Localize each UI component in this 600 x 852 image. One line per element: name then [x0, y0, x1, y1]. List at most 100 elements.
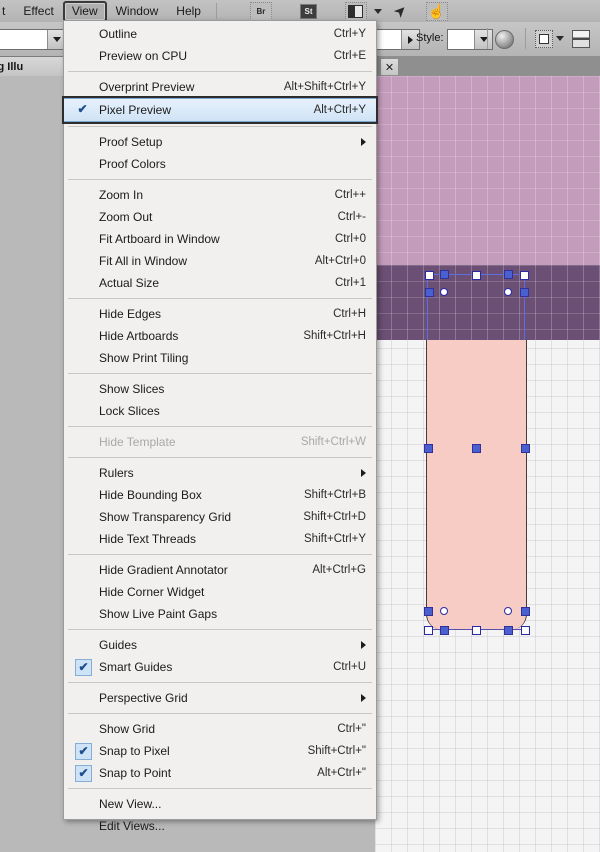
menu-item-label: Show Transparency Grid [99, 510, 232, 524]
menu-item-shortcut: Shift+Ctrl+D [303, 511, 366, 523]
anchor-point[interactable] [424, 270, 434, 280]
menu-effect[interactable]: Effect [14, 1, 62, 22]
menu-window[interactable]: Window [107, 1, 168, 22]
bezier-handle[interactable] [440, 607, 448, 615]
opacity-combo[interactable] [0, 29, 66, 50]
menu-item-show-print-tiling[interactable]: Show Print Tiling [64, 347, 376, 369]
menu-item-show-live-paint-gaps[interactable]: Show Live Paint Gaps [64, 603, 376, 625]
menu-item-guides[interactable]: Guides [64, 634, 376, 656]
menu-separator [68, 373, 372, 374]
menu-item-preview-on-cpu[interactable]: Preview on CPU Ctrl+E [64, 45, 376, 67]
anchor-point[interactable] [471, 625, 481, 635]
menu-item-show-grid[interactable]: Show Grid Ctrl+" [64, 718, 376, 740]
checkmark-icon: ✔ [75, 743, 92, 760]
menu-item-new-view[interactable]: New View... [64, 793, 376, 815]
control-divider [487, 28, 488, 49]
menu-item-rulers[interactable]: Rulers [64, 462, 376, 484]
bezier-handle[interactable] [440, 288, 448, 296]
menu-item-hide-corner-widget[interactable]: Hide Corner Widget [64, 581, 376, 603]
menu-item-label: Hide Corner Widget [99, 585, 205, 599]
menu-item-hide-template: Hide Template Shift+Ctrl+W [64, 431, 376, 453]
menu-item-pixel-preview[interactable]: ✔ Pixel Preview Alt+Ctrl+Y [62, 96, 378, 124]
bridge-icon[interactable]: Br [249, 1, 272, 21]
stock-icon-label: St [304, 6, 313, 16]
anchor-point[interactable] [520, 625, 530, 635]
menu-item-smart-guides[interactable]: ✔ Smart Guides Ctrl+U [64, 656, 376, 678]
menu-item-hide-edges[interactable]: Hide Edges Ctrl+H [64, 303, 376, 325]
menu-item-proof-colors[interactable]: Proof Colors [64, 153, 376, 175]
menu-help[interactable]: Help [167, 1, 210, 22]
anchor-point-filled[interactable] [503, 269, 513, 279]
menu-item-snap-to-point[interactable]: ✔ Snap to Point Alt+Ctrl+" [64, 762, 376, 784]
menu-item-shortcut: Alt+Ctrl+Y [313, 104, 366, 116]
anchor-point-center[interactable] [471, 443, 481, 453]
menu-item-show-slices[interactable]: Show Slices [64, 378, 376, 400]
menu-item-label: Overprint Preview [99, 80, 195, 94]
anchor-point-filled[interactable] [503, 625, 513, 635]
chevron-down-icon [52, 37, 61, 42]
transform-icon[interactable] [535, 30, 553, 48]
style-swatch[interactable] [448, 30, 474, 49]
artboard-canvas[interactable] [375, 76, 600, 852]
opacity-icon[interactable] [495, 30, 514, 49]
menu-item-outline[interactable]: Outline Ctrl+Y [64, 23, 376, 45]
upper-band-grid [375, 76, 600, 265]
fill-swatch-control[interactable] [374, 29, 420, 50]
anchor-point[interactable] [471, 270, 481, 280]
chevron-down-icon[interactable] [373, 8, 382, 14]
menu-item-show-transparency-grid[interactable]: Show Transparency Grid Shift+Ctrl+D [64, 506, 376, 528]
anchor-point-filled[interactable] [520, 606, 530, 616]
menu-item-snap-to-pixel[interactable]: ✔ Snap to Pixel Shift+Ctrl+" [64, 740, 376, 762]
control-divider [525, 28, 526, 49]
menu-separator [68, 554, 372, 555]
artwork-rounded-shape[interactable] [426, 340, 527, 630]
anchor-point-left-mid[interactable] [423, 443, 433, 453]
opacity-combo-value [0, 30, 47, 49]
rocket-icon[interactable]: ➤ [389, 0, 411, 22]
menu-separator [68, 426, 372, 427]
bezier-handle[interactable] [504, 288, 512, 296]
menu-item-hide-artboards[interactable]: Hide Artboards Shift+Ctrl+H [64, 325, 376, 347]
menu-item-shortcut: Shift+Ctrl+" [307, 745, 366, 757]
menu-item-lock-slices[interactable]: Lock Slices [64, 400, 376, 422]
menu-item-overprint-preview[interactable]: Overprint Preview Alt+Shift+Ctrl+Y [64, 76, 376, 98]
document-setup-icon[interactable] [572, 30, 590, 48]
hand-cursor-icon[interactable]: ☝ [425, 1, 448, 21]
menu-item-hide-text-threads[interactable]: Hide Text Threads Shift+Ctrl+Y [64, 528, 376, 550]
menu-item-zoom-in[interactable]: Zoom In Ctrl++ [64, 184, 376, 206]
bezier-handle[interactable] [504, 607, 512, 615]
menu-separator [68, 629, 372, 630]
menu-item-hide-bounding-box[interactable]: Hide Bounding Box Shift+Ctrl+B [64, 484, 376, 506]
close-icon[interactable]: ✕ [380, 58, 399, 76]
menu-item-hide-gradient-annotator[interactable]: Hide Gradient Annotator Alt+Ctrl+G [64, 559, 376, 581]
menu-effect-prev[interactable]: t [0, 1, 14, 22]
chevron-down-icon[interactable] [556, 36, 564, 41]
menu-item-label: Hide Artboards [99, 329, 179, 343]
menu-view[interactable]: View [62, 0, 107, 22]
style-swatch-arrow[interactable] [474, 30, 492, 49]
anchor-point[interactable] [423, 625, 433, 635]
menu-item-fit-all-in-window[interactable]: Fit All in Window Alt+Ctrl+0 [64, 250, 376, 272]
anchor-point-filled[interactable] [519, 287, 529, 297]
menu-item-shortcut: Ctrl+U [333, 661, 366, 673]
fill-swatch[interactable] [375, 30, 401, 49]
anchor-point[interactable] [519, 270, 529, 280]
menu-item-edit-views[interactable]: Edit Views... [64, 815, 376, 837]
stock-icon[interactable]: St [299, 3, 317, 19]
anchor-point-filled[interactable] [439, 625, 449, 635]
anchor-point-filled[interactable] [439, 269, 449, 279]
anchor-point-right-mid[interactable] [520, 443, 530, 453]
anchor-point-filled[interactable] [424, 287, 434, 297]
menu-item-label: Hide Template [99, 435, 176, 449]
artwork-upper-band[interactable] [375, 76, 600, 265]
menu-item-perspective-grid[interactable]: Perspective Grid [64, 687, 376, 709]
artwork-lower-band[interactable] [375, 265, 600, 340]
menu-item-fit-artboard-in-window[interactable]: Fit Artboard in Window Ctrl+0 [64, 228, 376, 250]
menu-item-actual-size[interactable]: Actual Size Ctrl+1 [64, 272, 376, 294]
menu-item-zoom-out[interactable]: Zoom Out Ctrl+- [64, 206, 376, 228]
view-dropdown-menu[interactable]: Outline Ctrl+Y Preview on CPU Ctrl+E Overpri… [62, 20, 378, 833]
menu-item-label: Show Slices [99, 382, 165, 396]
menu-item-proof-setup[interactable]: Proof Setup [64, 131, 376, 153]
arrange-documents-icon[interactable] [344, 1, 367, 21]
anchor-point-filled[interactable] [423, 606, 433, 616]
